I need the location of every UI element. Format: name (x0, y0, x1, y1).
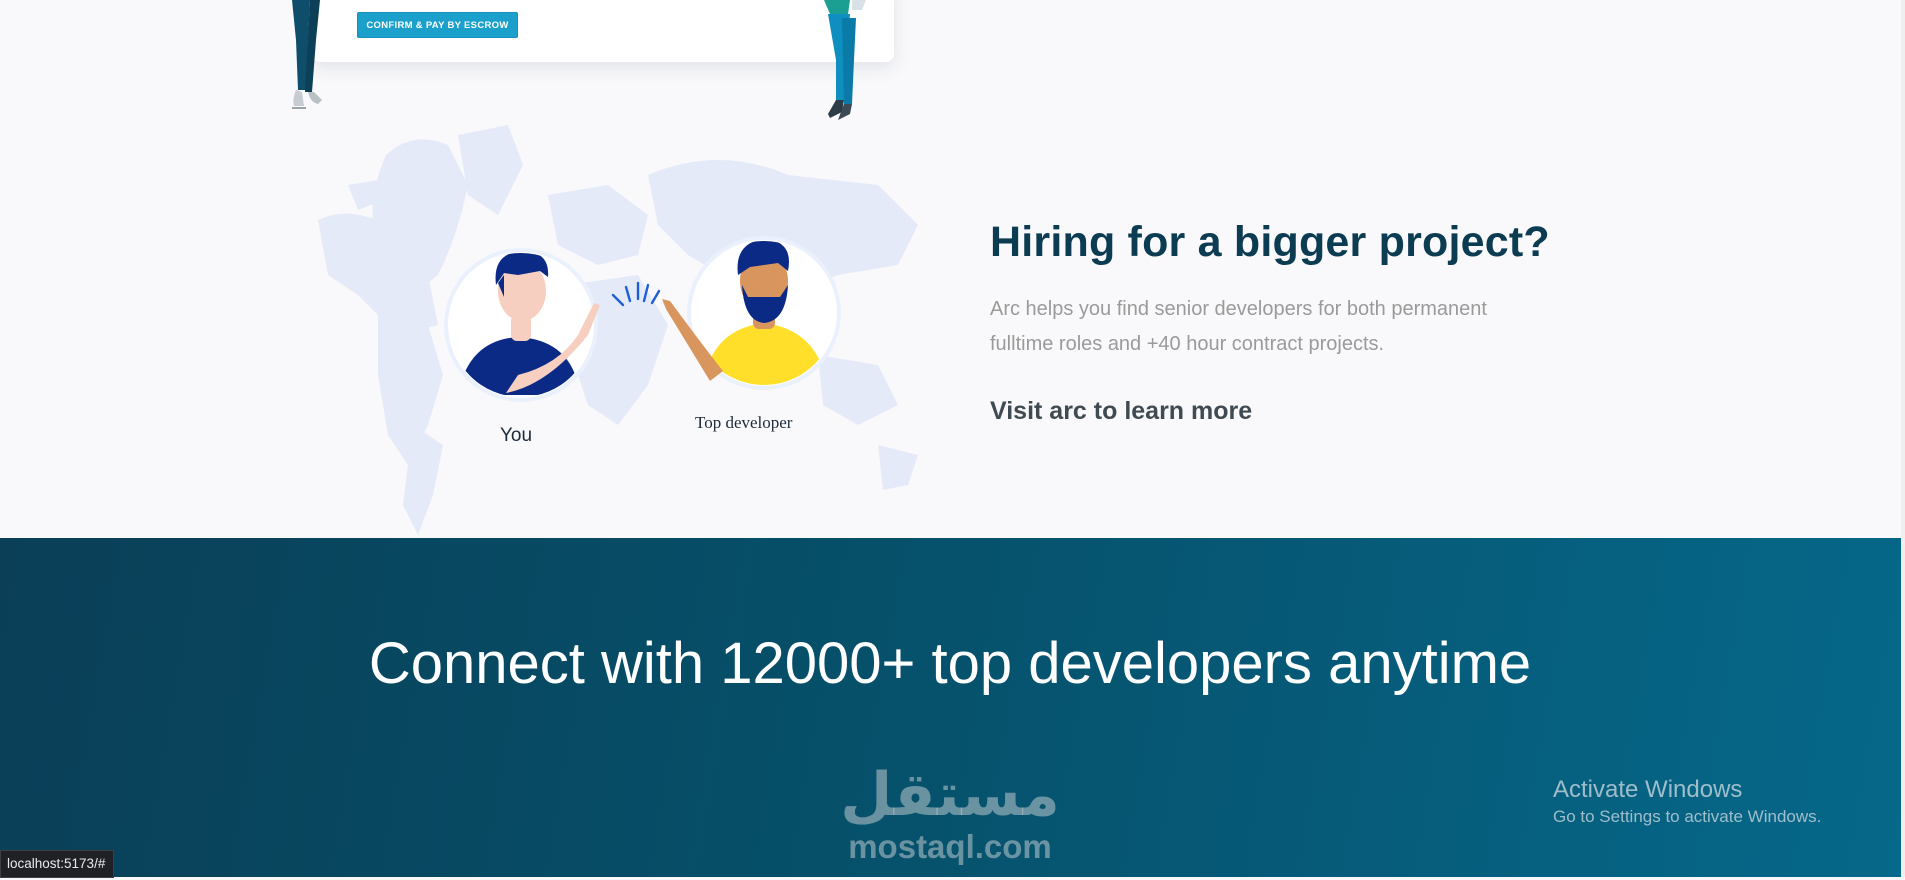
page-scrollbar[interactable] (1901, 0, 1905, 877)
watermark-latin: mostaql.com (848, 828, 1052, 865)
top-developer-label: Top developer (695, 413, 793, 432)
hiring-section (0, 125, 1905, 538)
watermark-arabic: مستقل (840, 760, 1060, 830)
person-illustration-right (824, 0, 866, 120)
activate-windows-title: Activate Windows (1553, 776, 1743, 803)
you-label: You (500, 425, 533, 446)
visit-arc-link[interactable]: Visit arc to learn more (990, 397, 1252, 426)
activate-windows-subtitle: Go to Settings to activate Windows. (1553, 807, 1822, 826)
connect-banner: Connect with 12000+ top developers anyti… (0, 538, 1905, 877)
mostaql-watermark: مستقل mostaql.com (835, 760, 1065, 880)
world-map-illustration (318, 125, 918, 535)
confirm-pay-escrow-button[interactable]: CONFIRM & PAY BY ESCROW (357, 12, 518, 38)
browser-status-url: localhost:5173/# (0, 850, 115, 878)
hiring-title: Hiring for a bigger project? (990, 218, 1550, 266)
windows-activation-notice: Activate Windows Go to Settings to activ… (1553, 775, 1821, 829)
hiring-description: Arc helps you find senior developers for… (990, 298, 1487, 355)
connect-title: Connect with 12000+ top developers anyti… (368, 631, 1532, 696)
escrow-illustration: CONFIRM & PAY BY ESCROW (0, 0, 1905, 125)
person-illustration-left (292, 0, 322, 109)
